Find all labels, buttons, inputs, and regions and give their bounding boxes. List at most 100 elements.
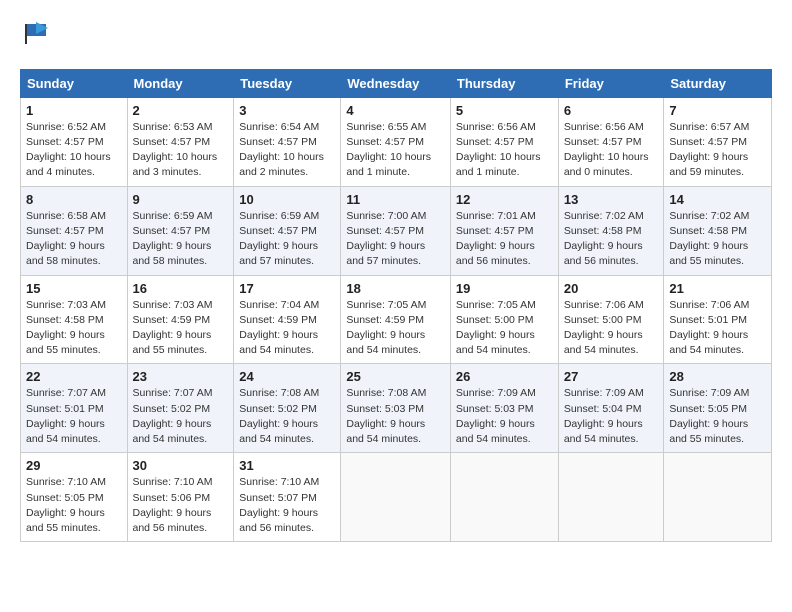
day-info: Sunrise: 7:10 AMSunset: 5:07 PMDaylight:… [239,475,335,536]
calendar-cell: 9Sunrise: 6:59 AMSunset: 4:57 PMDaylight… [127,186,234,275]
weekday-thursday: Thursday [450,69,558,97]
week-row-4: 22 Sunrise: 7:07 AMSunset: 5:01 PMDayligh… [21,364,772,453]
day-number: 12 [456,192,553,207]
calendar-cell: 13 Sunrise: 7:02 AMSunset: 4:58 PMDayligh… [558,186,664,275]
calendar-cell: 1 Sunrise: 6:52 AMSunset: 4:57 PMDaylight… [21,97,128,186]
calendar-cell: 19 Sunrise: 7:05 AMSunset: 5:00 PMDayligh… [450,275,558,364]
logo-flag-icon [22,20,50,48]
day-info: Sunrise: 6:52 AMSunset: 4:57 PMDaylight:… [26,120,122,181]
weekday-wednesday: Wednesday [341,69,451,97]
day-number: 14 [669,192,766,207]
week-row-5: 29Sunrise: 7:10 AMSunset: 5:05 PMDayligh… [21,453,772,542]
calendar-cell [450,453,558,542]
day-info: Sunrise: 7:05 AMSunset: 4:59 PMDaylight:… [346,298,445,359]
day-info: Sunrise: 7:06 AMSunset: 5:01 PMDaylight:… [669,298,766,359]
calendar-cell: 14 Sunrise: 7:02 AMSunset: 4:58 PMDayligh… [664,186,772,275]
weekday-monday: Monday [127,69,234,97]
day-info: Sunrise: 7:08 AMSunset: 5:03 PMDaylight:… [346,386,445,447]
week-row-1: 1 Sunrise: 6:52 AMSunset: 4:57 PMDaylight… [21,97,772,186]
calendar-cell: 12 Sunrise: 7:01 AMSunset: 4:57 PMDayligh… [450,186,558,275]
day-number: 6 [564,103,659,118]
calendar-cell: 8Sunrise: 6:58 AMSunset: 4:57 PMDaylight… [21,186,128,275]
logo [20,20,50,53]
day-number: 17 [239,281,335,296]
day-info: Sunrise: 7:09 AMSunset: 5:04 PMDaylight:… [564,386,659,447]
calendar-cell: 17 Sunrise: 7:04 AMSunset: 4:59 PMDayligh… [234,275,341,364]
day-info: Sunrise: 7:02 AMSunset: 4:58 PMDaylight:… [669,209,766,270]
calendar-cell: 30 Sunrise: 7:10 AMSunset: 5:06 PMDayligh… [127,453,234,542]
day-number: 24 [239,369,335,384]
calendar-cell: 4Sunrise: 6:55 AMSunset: 4:57 PMDaylight… [341,97,451,186]
day-info: Sunrise: 7:08 AMSunset: 5:02 PMDaylight:… [239,386,335,447]
day-number: 21 [669,281,766,296]
page: SundayMondayTuesdayWednesdayThursdayFrid… [0,0,792,562]
day-number: 31 [239,458,335,473]
calendar-cell: 7 Sunrise: 6:57 AMSunset: 4:57 PMDaylight… [664,97,772,186]
calendar-cell: 29Sunrise: 7:10 AMSunset: 5:05 PMDayligh… [21,453,128,542]
day-info: Sunrise: 7:09 AMSunset: 5:05 PMDaylight:… [669,386,766,447]
day-info: Sunrise: 7:05 AMSunset: 5:00 PMDaylight:… [456,298,553,359]
calendar-cell [664,453,772,542]
day-info: Sunrise: 6:55 AMSunset: 4:57 PMDaylight:… [346,120,445,181]
day-number: 19 [456,281,553,296]
day-number: 1 [26,103,122,118]
day-number: 10 [239,192,335,207]
day-number: 8 [26,192,122,207]
calendar-cell: 16Sunrise: 7:03 AMSunset: 4:59 PMDayligh… [127,275,234,364]
day-info: Sunrise: 7:01 AMSunset: 4:57 PMDaylight:… [456,209,553,270]
day-info: Sunrise: 7:02 AMSunset: 4:58 PMDaylight:… [564,209,659,270]
week-row-3: 15 Sunrise: 7:03 AMSunset: 4:58 PMDayligh… [21,275,772,364]
calendar-cell: 26 Sunrise: 7:09 AMSunset: 5:03 PMDayligh… [450,364,558,453]
day-info: Sunrise: 7:04 AMSunset: 4:59 PMDaylight:… [239,298,335,359]
calendar-cell: 20Sunrise: 7:06 AMSunset: 5:00 PMDayligh… [558,275,664,364]
day-number: 13 [564,192,659,207]
weekday-sunday: Sunday [21,69,128,97]
calendar-cell: 24 Sunrise: 7:08 AMSunset: 5:02 PMDayligh… [234,364,341,453]
day-info: Sunrise: 7:09 AMSunset: 5:03 PMDaylight:… [456,386,553,447]
day-info: Sunrise: 7:03 AMSunset: 4:58 PMDaylight:… [26,298,122,359]
day-info: Sunrise: 7:00 AMSunset: 4:57 PMDaylight:… [346,209,445,270]
calendar-cell: 21 Sunrise: 7:06 AMSunset: 5:01 PMDayligh… [664,275,772,364]
day-number: 3 [239,103,335,118]
day-number: 7 [669,103,766,118]
calendar-cell: 15 Sunrise: 7:03 AMSunset: 4:58 PMDayligh… [21,275,128,364]
day-number: 22 [26,369,122,384]
header [20,20,772,53]
day-number: 18 [346,281,445,296]
day-info: Sunrise: 7:06 AMSunset: 5:00 PMDaylight:… [564,298,659,359]
calendar-table: SundayMondayTuesdayWednesdayThursdayFrid… [20,69,772,542]
day-number: 25 [346,369,445,384]
day-number: 15 [26,281,122,296]
weekday-saturday: Saturday [664,69,772,97]
day-info: Sunrise: 7:10 AMSunset: 5:05 PMDaylight:… [26,475,122,536]
weekday-tuesday: Tuesday [234,69,341,97]
weekday-header-row: SundayMondayTuesdayWednesdayThursdayFrid… [21,69,772,97]
day-info: Sunrise: 6:54 AMSunset: 4:57 PMDaylight:… [239,120,335,181]
calendar-cell: 18 Sunrise: 7:05 AMSunset: 4:59 PMDayligh… [341,275,451,364]
day-info: Sunrise: 7:10 AMSunset: 5:06 PMDaylight:… [133,475,229,536]
calendar-cell: 2 Sunrise: 6:53 AMSunset: 4:57 PMDaylight… [127,97,234,186]
day-number: 23 [133,369,229,384]
calendar-cell [558,453,664,542]
calendar-cell: 5Sunrise: 6:56 AMSunset: 4:57 PMDaylight… [450,97,558,186]
calendar-cell: 3 Sunrise: 6:54 AMSunset: 4:57 PMDaylight… [234,97,341,186]
day-info: Sunrise: 6:59 AMSunset: 4:57 PMDaylight:… [239,209,335,270]
calendar-cell: 23 Sunrise: 7:07 AMSunset: 5:02 PMDayligh… [127,364,234,453]
calendar-cell [341,453,451,542]
day-info: Sunrise: 6:57 AMSunset: 4:57 PMDaylight:… [669,120,766,181]
day-number: 26 [456,369,553,384]
calendar-cell: 6Sunrise: 6:56 AMSunset: 4:57 PMDaylight… [558,97,664,186]
calendar-cell: 25 Sunrise: 7:08 AMSunset: 5:03 PMDayligh… [341,364,451,453]
day-info: Sunrise: 7:03 AMSunset: 4:59 PMDaylight:… [133,298,229,359]
week-row-2: 8Sunrise: 6:58 AMSunset: 4:57 PMDaylight… [21,186,772,275]
day-number: 11 [346,192,445,207]
day-number: 2 [133,103,229,118]
day-info: Sunrise: 6:59 AMSunset: 4:57 PMDaylight:… [133,209,229,270]
calendar-cell: 22 Sunrise: 7:07 AMSunset: 5:01 PMDayligh… [21,364,128,453]
calendar-cell: 11 Sunrise: 7:00 AMSunset: 4:57 PMDayligh… [341,186,451,275]
calendar-cell: 31 Sunrise: 7:10 AMSunset: 5:07 PMDayligh… [234,453,341,542]
day-number: 30 [133,458,229,473]
day-info: Sunrise: 7:07 AMSunset: 5:01 PMDaylight:… [26,386,122,447]
day-info: Sunrise: 7:07 AMSunset: 5:02 PMDaylight:… [133,386,229,447]
day-info: Sunrise: 6:53 AMSunset: 4:57 PMDaylight:… [133,120,229,181]
